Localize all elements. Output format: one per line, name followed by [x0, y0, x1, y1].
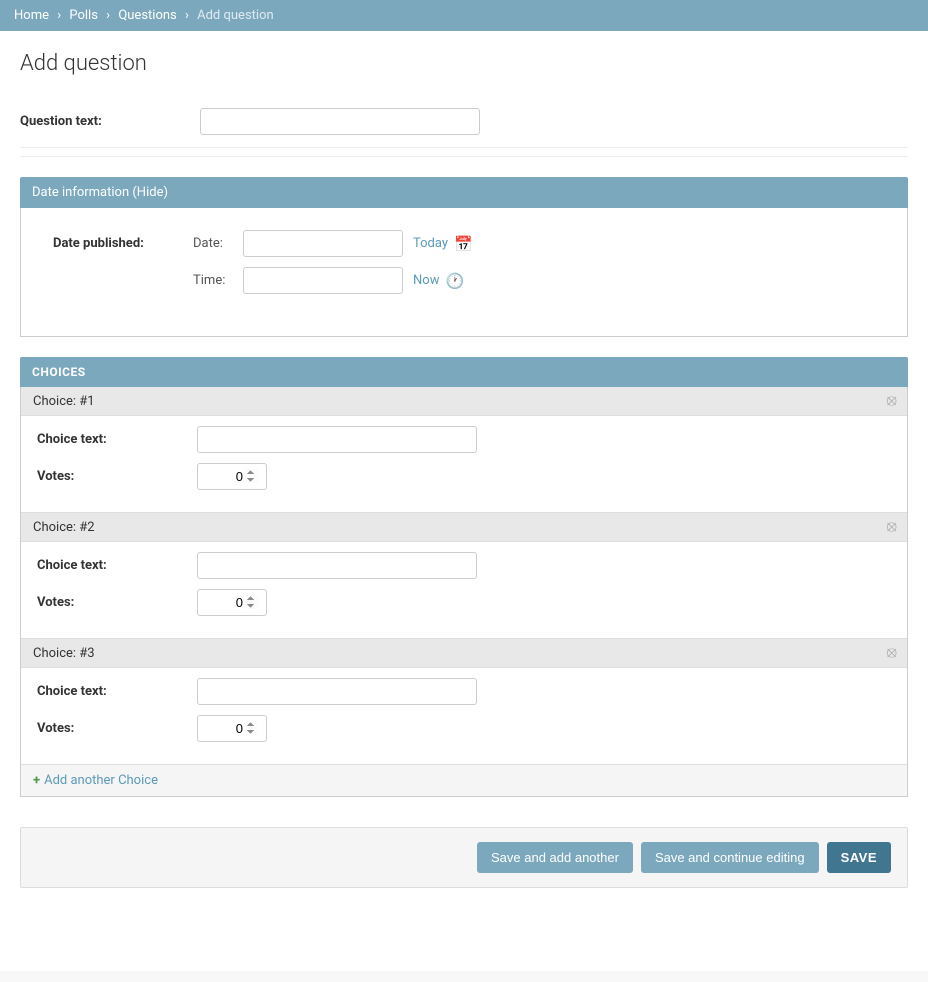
- breadcrumb-sep-1: ›: [57, 8, 61, 23]
- choice-2-remove-button[interactable]: ⦻: [886, 519, 897, 535]
- breadcrumb-sep-3: ›: [185, 8, 189, 23]
- choices-section: CHOICES Choice: #1 ⦻ Choice text: Votes:: [20, 357, 908, 797]
- question-text-row: Question text:: [20, 96, 908, 148]
- date-label: Date:: [193, 236, 243, 251]
- choice-1-text-row: Choice text:: [37, 426, 891, 453]
- today-link[interactable]: Today: [413, 236, 448, 251]
- choice-3-text-row: Choice text:: [37, 678, 891, 705]
- breadcrumb-bar: Home › Polls › Questions › Add question: [0, 0, 928, 31]
- save-continue-editing-button[interactable]: Save and continue editing: [641, 842, 819, 873]
- choice-1-votes-row: Votes:: [37, 463, 891, 490]
- add-another-label: Add another Choice: [44, 773, 158, 788]
- choice-1-fields: Choice text: Votes:: [21, 416, 907, 512]
- choice-3-label: Choice: #3: [33, 646, 95, 661]
- choice-1-votes-input[interactable]: [197, 463, 267, 490]
- plus-icon: +: [33, 773, 40, 788]
- choice-3-votes-row: Votes:: [37, 715, 891, 742]
- breadcrumb-polls[interactable]: Polls: [69, 8, 98, 23]
- choice-3-votes-label: Votes:: [37, 721, 197, 736]
- date-input[interactable]: [243, 230, 403, 257]
- choice-2-votes-row: Votes:: [37, 589, 891, 616]
- choice-3-votes-input[interactable]: [197, 715, 267, 742]
- footer-actions: Save and add another Save and continue e…: [20, 827, 908, 888]
- date-fields-area: Date: Today 📅 Time: Now 🕐: [193, 230, 473, 304]
- choice-2-header: Choice: #2 ⦻: [21, 513, 907, 542]
- date-row: Date: Today 📅: [193, 230, 473, 257]
- clock-icon[interactable]: 🕐: [445, 272, 464, 290]
- add-another-choice-link[interactable]: + Add another Choice: [33, 773, 158, 788]
- question-text-input[interactable]: [200, 108, 480, 135]
- date-published-row: Date published: Date: Today 📅 Time: Now: [37, 220, 891, 320]
- save-add-another-button[interactable]: Save and add another: [477, 842, 633, 873]
- choices-header-label: CHOICES: [32, 365, 86, 379]
- choices-section-header: CHOICES: [20, 357, 908, 387]
- choice-3-fields: Choice text: Votes:: [21, 668, 907, 764]
- time-row: Time: Now 🕐: [193, 267, 473, 294]
- choice-item-1: Choice: #1 ⦻ Choice text: Votes:: [21, 387, 907, 512]
- choices-container: Choice: #1 ⦻ Choice text: Votes:: [20, 387, 908, 797]
- time-input[interactable]: [243, 267, 403, 294]
- main-content: Add question Question text: Date informa…: [0, 31, 928, 971]
- date-section-header[interactable]: Date information (Hide): [20, 177, 908, 208]
- choice-1-remove-button[interactable]: ⦻: [886, 393, 897, 409]
- choice-item-2: Choice: #2 ⦻ Choice text: Votes:: [21, 512, 907, 638]
- choice-2-label: Choice: #2: [33, 520, 95, 535]
- question-text-label: Question text:: [20, 108, 200, 129]
- date-section-title: Date information (Hide): [32, 185, 168, 200]
- choice-3-text-label: Choice text:: [37, 684, 197, 699]
- add-another-row: + Add another Choice: [21, 764, 907, 796]
- breadcrumb-current: Add question: [197, 8, 274, 23]
- choice-2-fields: Choice text: Votes:: [21, 542, 907, 638]
- calendar-icon[interactable]: 📅: [454, 235, 473, 253]
- choice-3-remove-button[interactable]: ⦻: [886, 645, 897, 661]
- section-divider-1: [20, 156, 908, 157]
- choice-3-text-input[interactable]: [197, 678, 477, 705]
- choice-3-header: Choice: #3 ⦻: [21, 639, 907, 668]
- date-published-label: Date published:: [53, 230, 193, 251]
- choice-2-text-input[interactable]: [197, 552, 477, 579]
- question-text-field-area: [200, 108, 908, 135]
- now-link[interactable]: Now: [413, 273, 439, 288]
- choice-2-votes-label: Votes:: [37, 595, 197, 610]
- choice-1-header: Choice: #1 ⦻: [21, 387, 907, 416]
- date-info-section: Date information (Hide) Date published: …: [20, 177, 908, 337]
- choice-1-text-label: Choice text:: [37, 432, 197, 447]
- choice-2-votes-input[interactable]: [197, 589, 267, 616]
- date-section-body: Date published: Date: Today 📅 Time: Now: [20, 208, 908, 337]
- save-button[interactable]: SAVE: [827, 842, 891, 873]
- page-title: Add question: [20, 51, 908, 76]
- choice-1-text-input[interactable]: [197, 426, 477, 453]
- choice-1-label: Choice: #1: [33, 394, 95, 409]
- choice-1-votes-label: Votes:: [37, 469, 197, 484]
- breadcrumb-home[interactable]: Home: [14, 8, 49, 23]
- choice-2-text-label: Choice text:: [37, 558, 197, 573]
- time-label: Time:: [193, 273, 243, 288]
- choice-2-text-row: Choice text:: [37, 552, 891, 579]
- breadcrumb-sep-2: ›: [106, 8, 110, 23]
- breadcrumb-questions[interactable]: Questions: [118, 8, 176, 23]
- choice-item-3: Choice: #3 ⦻ Choice text: Votes:: [21, 638, 907, 764]
